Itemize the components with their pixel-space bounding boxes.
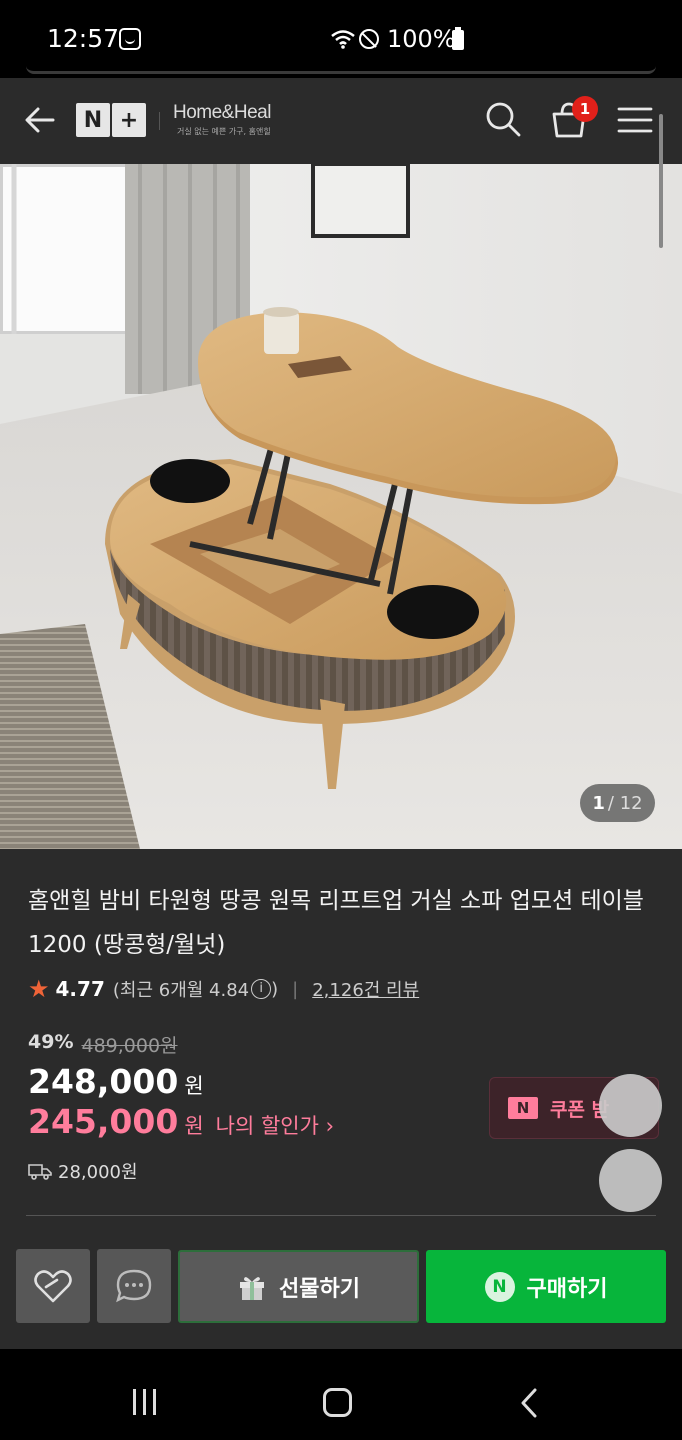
recent-apps-icon[interactable]	[133, 1389, 161, 1415]
shipping-row: 28,000원	[28, 1158, 138, 1184]
cart-count-badge: 1	[572, 96, 598, 122]
section-divider	[26, 1215, 656, 1216]
status-divider	[26, 66, 656, 74]
home-icon[interactable]	[323, 1388, 352, 1417]
header-divider	[159, 112, 160, 130]
calendar-icon	[119, 28, 141, 50]
wifi-icon	[331, 30, 355, 49]
naver-plus-logo[interactable]: N +	[76, 103, 146, 137]
status-bar: 12:57 100%	[0, 0, 682, 78]
truck-icon	[28, 1164, 52, 1180]
chat-bubble-icon	[116, 1269, 152, 1303]
brand-logo[interactable]: Home&Heal 거실 없는 예쁜 가구, 홈앤힐	[173, 102, 271, 137]
hamburger-menu-icon[interactable]	[617, 106, 653, 134]
product-image[interactable]	[0, 164, 682, 849]
android-nav-bar	[0, 1349, 682, 1440]
wishlist-button[interactable]	[16, 1249, 90, 1323]
sale-price: 248,000	[28, 1062, 179, 1101]
search-icon[interactable]	[484, 100, 522, 138]
rating-close: )	[271, 978, 279, 1000]
my-discount-price: 245,000	[28, 1102, 179, 1141]
gift-icon	[240, 1276, 265, 1300]
original-price-row: 49% 489,000원	[28, 1031, 178, 1058]
image-counter: 1 / 12	[580, 784, 655, 822]
back-arrow-icon[interactable]	[22, 102, 58, 138]
floating-button-bottom[interactable]	[599, 1149, 662, 1212]
my-discount-price-row[interactable]: 245,000 원 나의 할인가 ›	[28, 1102, 334, 1141]
rating-row: ★ 4.77 (최근 6개월 4.84 i ) | 2,126건 리뷰	[28, 975, 419, 1003]
info-icon[interactable]: i	[251, 979, 272, 999]
my-discount-label: 나의 할인가 ›	[215, 1114, 334, 1138]
image-counter-total: / 12	[607, 792, 643, 814]
status-time: 12:57	[47, 24, 120, 53]
sale-price-row: 248,000 원	[28, 1062, 204, 1101]
product-info: 홈앤힐 밤비 타원형 땅콩 원목 리프트업 거실 소파 업모션 테이블 1200…	[0, 849, 682, 1349]
buy-button[interactable]: N 구매하기	[426, 1250, 666, 1323]
naver-coupon-icon: N	[508, 1097, 538, 1119]
scrollbar[interactable]	[659, 114, 663, 248]
product-title: 홈앤힐 밤비 타원형 땅콩 원목 리프트업 거실 소파 업모션 테이블 1200…	[28, 888, 644, 958]
review-count-link[interactable]: 2,126건 리뷰	[312, 976, 419, 1002]
my-discount-price-unit: 원	[184, 1114, 204, 1138]
do-not-disturb-icon	[359, 29, 379, 49]
heart-icon	[34, 1270, 72, 1303]
original-price: 489,000원	[81, 1035, 178, 1057]
battery-icon	[452, 27, 464, 50]
rating-score: 4.77	[55, 977, 105, 1001]
rating-separator: |	[292, 978, 299, 1000]
rating-recent: (최근 6개월 4.84	[112, 980, 250, 1001]
brand-name: Home&Heal	[173, 102, 271, 123]
gift-label: 선물하기	[279, 1276, 360, 1302]
nav-back-icon[interactable]	[515, 1387, 545, 1419]
buy-label: 구매하기	[526, 1276, 608, 1302]
floating-button-top[interactable]	[599, 1074, 662, 1137]
shipping-fee: 28,000원	[58, 1162, 138, 1183]
brand-tagline: 거실 없는 예쁜 가구, 홈앤힐	[177, 127, 271, 136]
image-counter-current: 1	[592, 792, 605, 814]
battery-percent: 100%	[387, 25, 456, 53]
naver-pay-icon: N	[484, 1271, 515, 1302]
product-photo	[0, 164, 682, 849]
star-icon: ★	[28, 975, 50, 1003]
discount-rate: 49%	[28, 1031, 74, 1053]
gift-button[interactable]: 선물하기	[178, 1250, 419, 1323]
talk-talk-button[interactable]	[97, 1249, 171, 1323]
sale-price-unit: 원	[184, 1074, 204, 1098]
